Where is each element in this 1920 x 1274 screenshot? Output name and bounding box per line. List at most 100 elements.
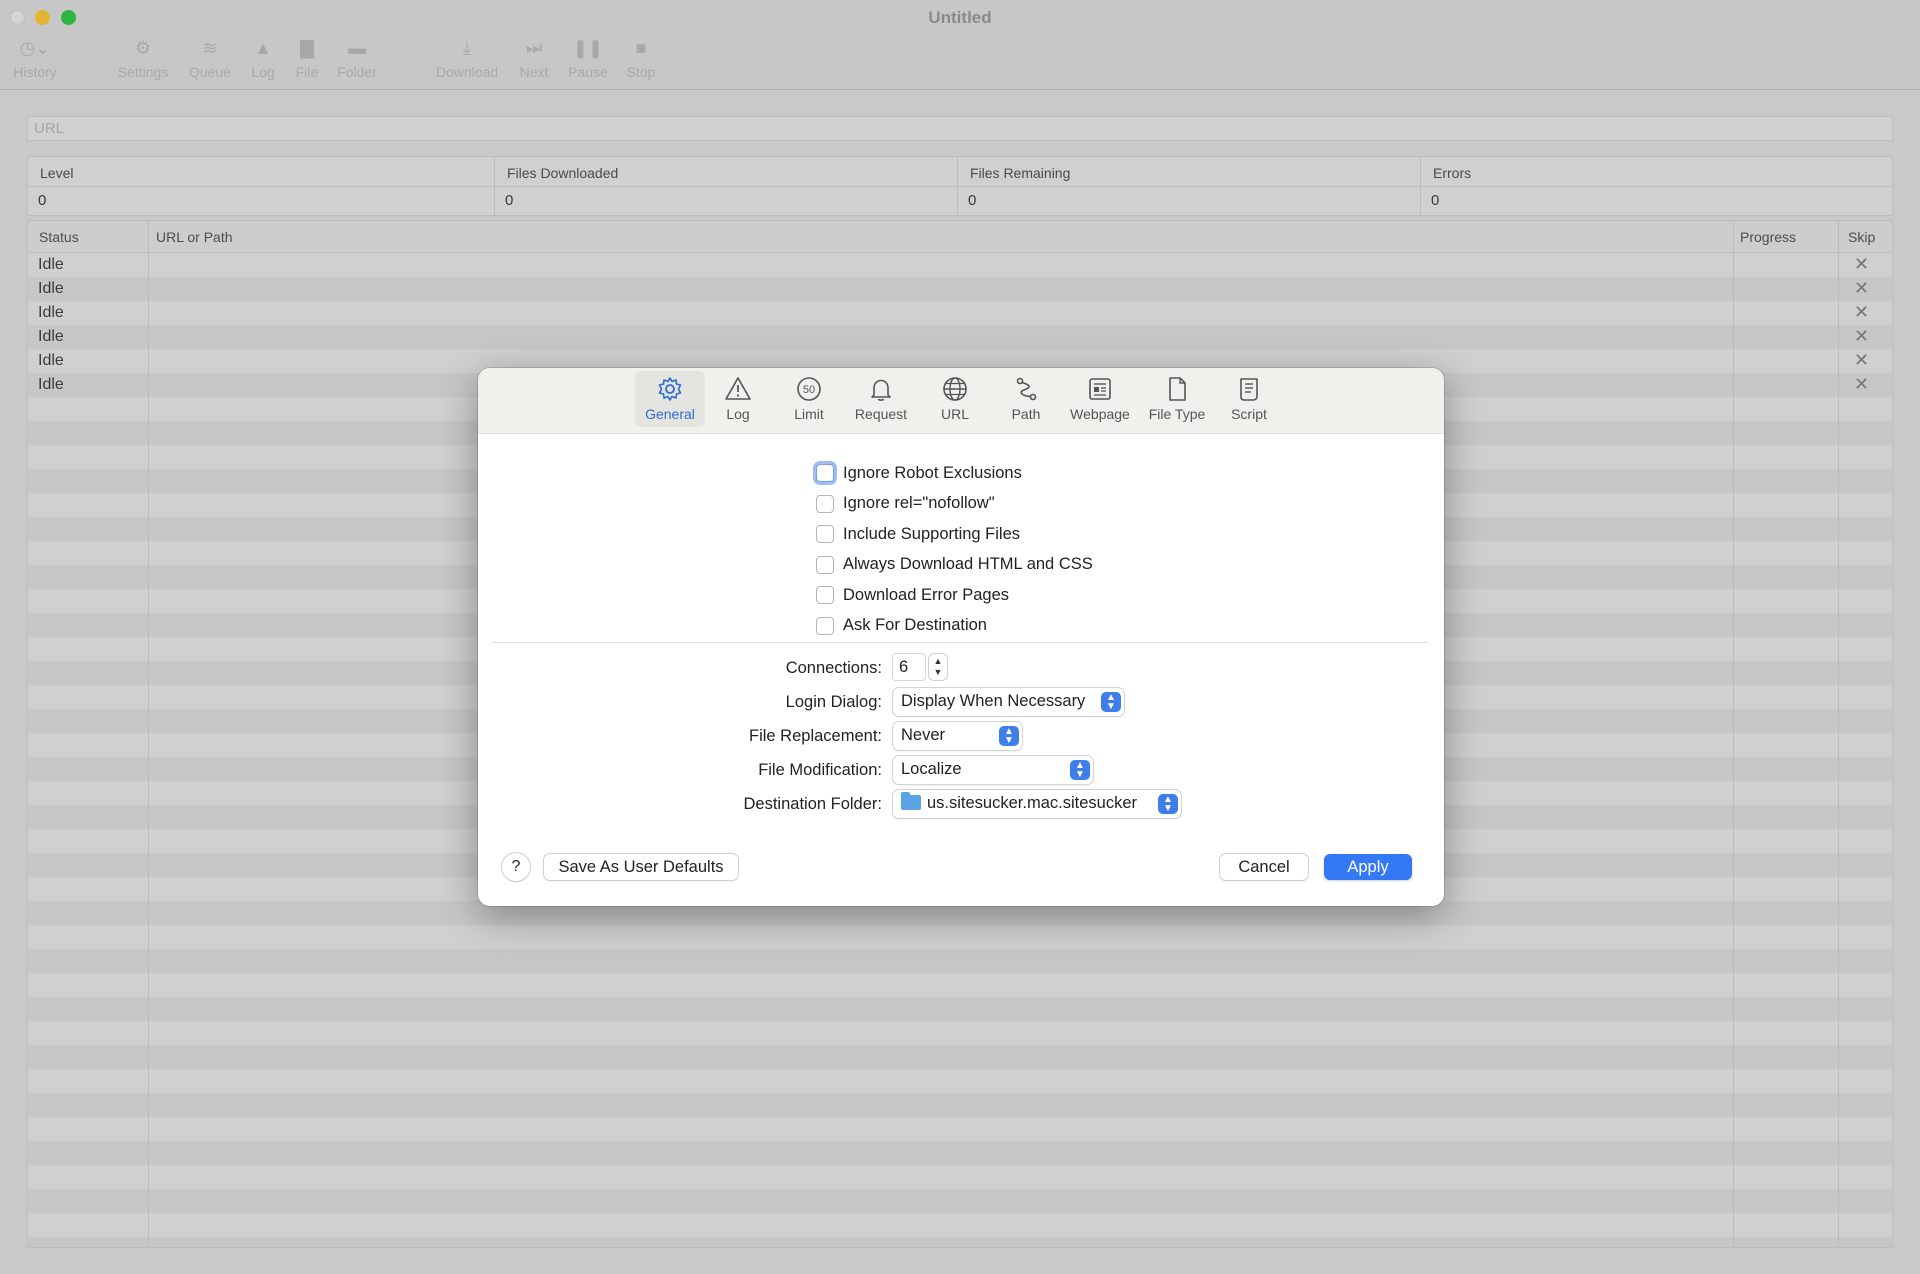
newspaper-icon [1089,378,1111,400]
gear-icon: ⚙ [134,38,152,58]
empty-row [28,1093,1892,1117]
empty-row [28,1237,1892,1247]
toolbar-history-button[interactable]: ◷⌄ History [12,36,58,80]
skip-icon[interactable]: ✕ [1854,278,1869,299]
checkbox-box[interactable] [816,494,834,513]
tab-limit[interactable]: 50 Limit [783,371,835,427]
checkbox-box[interactable] [816,464,834,483]
include-supporting-files-checkbox[interactable]: Include Supporting Files [816,519,1093,550]
tab-webpage[interactable]: Webpage [1066,371,1134,427]
stats-table: Level 0 Files Downloaded 0 Files Remaini… [27,156,1893,217]
stat-errors: Errors 0 [1420,157,1892,217]
stat-level: Level 0 [28,157,494,217]
speed-limit-icon: 50 [797,377,821,401]
stat-files-remaining: Files Remaining 0 [957,157,1420,217]
bell-icon [871,379,891,401]
skip-icon[interactable]: ✕ [1854,350,1869,371]
empty-row [28,1117,1892,1141]
file-modification-popup[interactable]: Localize ▲ ▼ [893,756,1093,784]
empty-row [28,1141,1892,1165]
warning-icon [725,377,751,400]
popup-arrows-icon: ▲ ▼ [1101,692,1121,712]
tab-script[interactable]: Script [1222,371,1276,427]
empty-row [28,949,1892,973]
download-error-pages-checkbox[interactable]: Download Error Pages [816,580,1093,611]
skip-icon[interactable]: ✕ [1854,374,1869,395]
checkbox-box[interactable] [816,525,834,544]
table-row[interactable]: Idle ✕ [28,277,1892,301]
checkbox-box[interactable] [816,616,834,635]
download-icon: ⤓ [463,38,471,58]
toolbar-queue-button[interactable]: ≋ Queue [186,36,234,80]
tab-general[interactable]: General [635,371,705,427]
table-row[interactable]: Idle ✕ [28,325,1892,349]
checkbox-box[interactable] [816,555,834,574]
tab-request[interactable]: Request [850,371,912,427]
toolbar-settings-button[interactable]: ⚙ Settings [113,36,173,80]
popup-arrows-icon: ▲ ▼ [1158,794,1178,814]
checkbox-box[interactable] [816,586,834,605]
url-column-header[interactable]: URL or Path [156,229,233,245]
toolbar-file-button[interactable]: ▇ File [292,36,322,80]
gear-icon [658,377,682,401]
destination-folder-popup[interactable]: us.sitesucker.mac.sitesucker ▲ ▼ [893,790,1181,818]
empty-row [28,1165,1892,1189]
table-row[interactable]: Idle ✕ [28,301,1892,325]
warning-icon: ▲ [254,38,272,58]
help-button[interactable]: ? [502,853,530,881]
ask-for-destination-checkbox[interactable]: Ask For Destination [816,611,1093,642]
toolbar-next-button[interactable]: ⏭ Next [516,36,552,80]
empty-row [28,1189,1892,1213]
skip-column-header[interactable]: Skip [1848,229,1875,245]
file-replacement-popup[interactable]: Never ▲ ▼ [893,722,1022,750]
stop-icon: ■ [635,38,647,58]
url-input[interactable]: URL [27,116,1893,141]
toolbar-pause-button[interactable]: ❚❚ Pause [566,36,610,80]
always-download-html-css-checkbox[interactable]: Always Download HTML and CSS [816,550,1093,581]
empty-row [28,1045,1892,1069]
status-column-header[interactable]: Status [39,229,79,245]
toolbar-folder-button[interactable]: ▬ Folder [334,36,380,80]
toolbar-stop-button[interactable]: ■ Stop [623,36,659,80]
progress-column-header[interactable]: Progress [1740,229,1796,245]
connections-row: Connections: 6 ▲ ▼ [478,654,1444,682]
save-as-user-defaults-button[interactable]: Save As User Defaults [544,854,738,880]
globe-icon [943,377,967,401]
empty-row [28,925,1892,949]
tab-log[interactable]: Log [712,371,764,427]
skip-icon[interactable]: ✕ [1854,302,1869,323]
login-dialog-row: Login Dialog: Display When Necessary ▲ ▼ [478,688,1444,716]
connections-stepper[interactable]: ▲ ▼ [929,654,947,680]
titlebar: Untitled ◷⌄ History ⚙ Settings ≋ Queue ▲… [0,0,1920,90]
toolbar-download-button[interactable]: ⤓ Download [432,36,502,80]
tab-file-type[interactable]: File Type [1144,371,1210,427]
path-icon [1016,377,1037,401]
table-row[interactable]: Idle ✕ [28,253,1892,277]
general-options: Ignore Robot Exclusions Ignore rel="nofo… [816,458,1093,641]
ignore-robot-exclusions-checkbox[interactable]: Ignore Robot Exclusions [816,458,1093,489]
skip-icon[interactable]: ✕ [1854,254,1869,275]
login-dialog-popup[interactable]: Display When Necessary ▲ ▼ [893,688,1124,716]
empty-row [28,973,1892,997]
column-divider [1838,221,1839,1247]
popup-arrows-icon: ▲ ▼ [1070,760,1090,780]
scroll-icon [1240,378,1258,401]
connections-field[interactable]: 6 [893,654,925,680]
window-title: Untitled [928,8,992,27]
settings-sheet: General Log 50 Limit Request URL Path We… [478,368,1444,906]
next-icon: ⏭ [525,38,543,58]
tab-path[interactable]: Path [1000,371,1052,427]
empty-row [28,1069,1892,1093]
toolbar-log-button[interactable]: ▲ Log [248,36,278,80]
folder-icon [901,792,921,810]
ignore-nofollow-checkbox[interactable]: Ignore rel="nofollow" [816,489,1093,520]
apply-button[interactable]: Apply [1324,854,1412,880]
tab-url[interactable]: URL [929,371,981,427]
limit-icon-text: 50 [803,384,815,396]
document-icon: ▇ [300,38,314,58]
cancel-button[interactable]: Cancel [1220,854,1308,880]
skip-icon[interactable]: ✕ [1854,326,1869,347]
column-divider [1733,221,1734,1247]
file-modification-row: File Modification: Localize ▲ ▼ [478,756,1444,784]
document-icon [1169,377,1186,401]
